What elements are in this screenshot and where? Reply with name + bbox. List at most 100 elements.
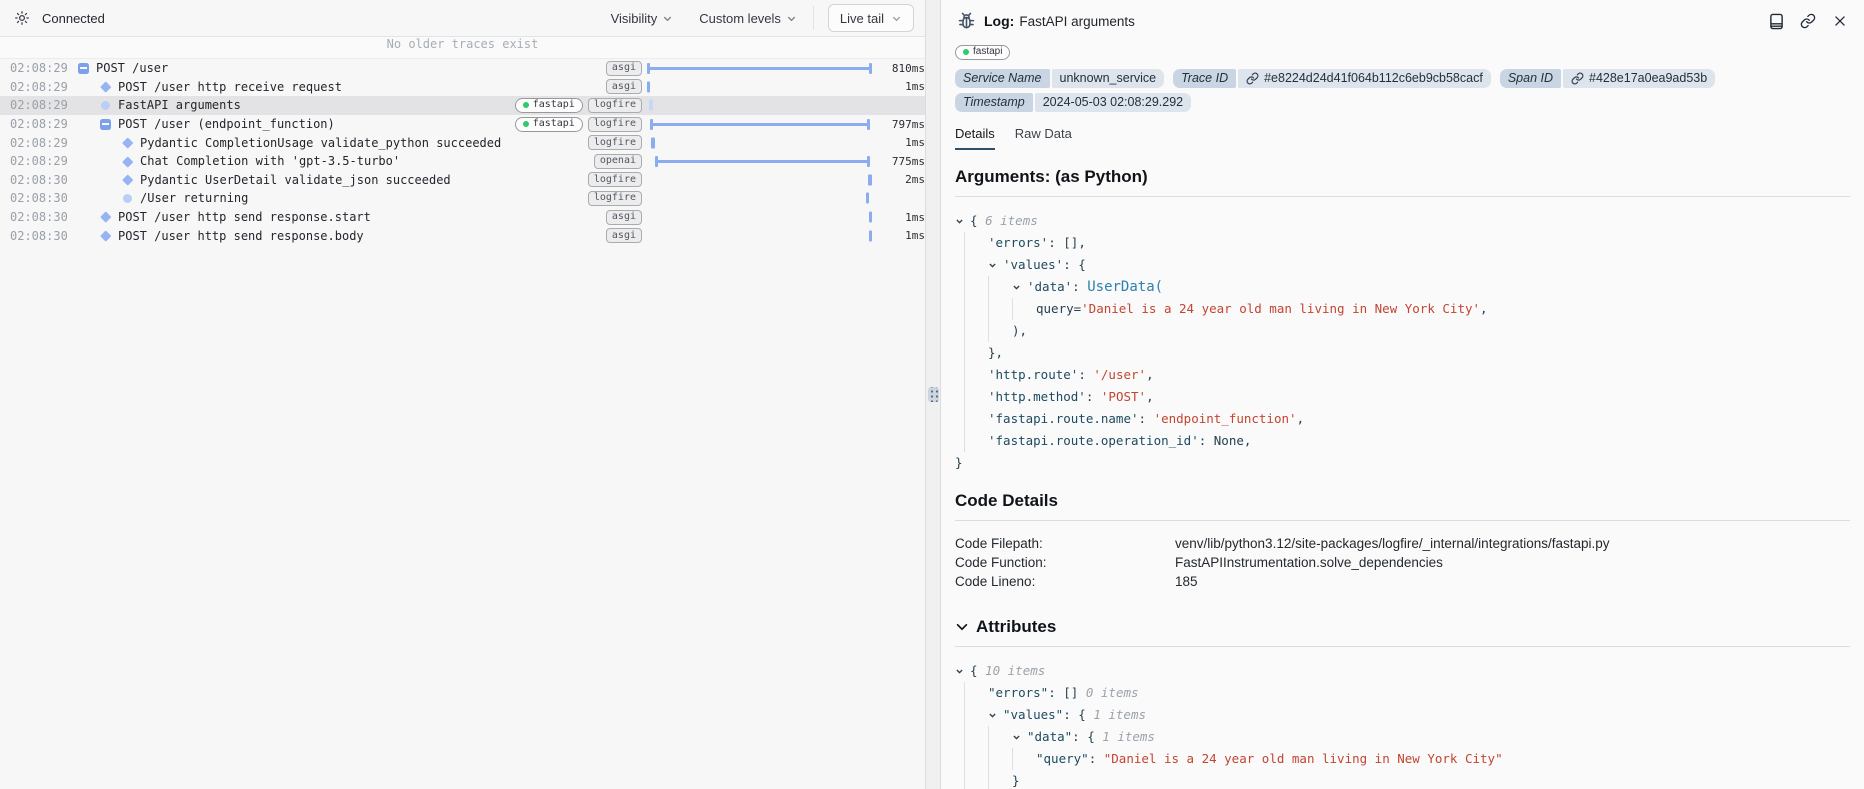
span-name: POST /user http send response.start <box>118 210 371 224</box>
trace-toolbar: Connected Visibility Custom levels Live … <box>0 0 925 37</box>
badge-value[interactable]: #e8224d24d41f064b112c6eb9cb58cacf <box>1238 69 1491 88</box>
duration-bar <box>647 115 877 134</box>
json-line: "values": { 1 items <box>955 704 1850 726</box>
span-diamond-icon <box>99 213 112 221</box>
code-detail-value: 185 <box>1175 572 1198 591</box>
trace-row[interactable]: 02:08:29POST /userasgi810ms <box>0 59 925 78</box>
settings-button[interactable] <box>10 6 34 30</box>
trace-row[interactable]: 02:08:30Pydantic UserDetail validate_jso… <box>0 171 925 190</box>
close-button[interactable] <box>1830 11 1850 31</box>
trace-row[interactable]: 02:08:30 POST /user http send response.st… <box>0 208 925 227</box>
trace-row[interactable]: 02:08:29POST /user http receive requesta… <box>0 78 925 97</box>
duration-label: 1ms <box>881 136 925 149</box>
span-name: POST /user <box>96 61 168 75</box>
tab-raw-data[interactable]: Raw Data <box>1015 126 1072 150</box>
duration-bar <box>647 59 877 78</box>
span-name: Pydantic CompletionUsage validate_python… <box>140 136 501 150</box>
indent-guide <box>964 726 988 748</box>
trace-timestamp: 02:08:29 <box>10 61 68 75</box>
duration-bar <box>647 78 877 97</box>
span-diamond-icon <box>121 139 134 147</box>
panel-icon <box>1769 13 1784 30</box>
indent-guide <box>964 254 988 276</box>
indent-guide <box>1012 748 1036 770</box>
duration-label: 1ms <box>881 80 925 93</box>
duration-bar <box>647 96 877 115</box>
visibility-dropdown[interactable]: Visibility <box>611 11 674 26</box>
json-line: } <box>955 770 1850 789</box>
code-details-heading: Code Details <box>955 491 1850 511</box>
tab-details[interactable]: Details <box>955 126 995 150</box>
json-line: } <box>955 452 1850 474</box>
gear-icon <box>14 10 30 26</box>
code-detail-value: venv/lib/python3.12/site-packages/logfir… <box>1175 534 1610 553</box>
json-line: 'data': UserData( <box>955 276 1850 298</box>
trace-timestamp: 02:08:30 <box>10 210 68 224</box>
connection-status: Connected <box>42 11 105 26</box>
badge-label: Trace ID <box>1173 69 1236 88</box>
tag-logfire: logfire <box>588 117 642 132</box>
duration-bar <box>647 171 877 190</box>
badge-value: unknown_service <box>1052 69 1165 88</box>
json-line: { 10 items <box>955 660 1850 682</box>
trace-row[interactable]: 02:08:29FastAPI argumentsfastapilogfire <box>0 96 925 115</box>
collapse-chevron-icon[interactable] <box>988 254 1003 276</box>
span-name: Chat Completion with 'gpt-3.5-turbo' <box>140 154 400 168</box>
span-name: POST /user http send response.body <box>118 229 364 243</box>
attributes-collapse-button[interactable] <box>955 620 969 634</box>
copy-link-button[interactable] <box>1798 11 1818 31</box>
json-line: 'http.method': 'POST', <box>955 386 1850 408</box>
json-line: 'fastapi.route.name': 'endpoint_function… <box>955 408 1850 430</box>
green-dot-icon <box>523 102 529 108</box>
indent-guide <box>988 770 1012 789</box>
json-line: { 6 items <box>955 210 1850 232</box>
tag-fastapi: fastapi <box>515 98 583 113</box>
span-name: Pydantic UserDetail validate_json succee… <box>140 173 451 187</box>
code-detail-row: Code Lineno:185 <box>955 572 1850 591</box>
close-icon <box>1833 14 1847 28</box>
link-icon <box>1246 72 1259 85</box>
collapse-chevron-icon[interactable] <box>1012 726 1027 748</box>
indent-guide <box>964 430 988 452</box>
trace-row[interactable]: 02:08:30 POST /user http send response.bo… <box>0 226 925 245</box>
panel-view-button[interactable] <box>1766 11 1786 31</box>
code-detail-label: Code Function: <box>955 553 1175 572</box>
code-detail-value: FastAPIInstrumentation.solve_dependencie… <box>1175 553 1443 572</box>
attributes-heading: Attributes <box>955 617 1850 637</box>
panel-resize-handle[interactable] <box>928 387 939 402</box>
collapse-chevron-icon[interactable] <box>1012 276 1027 298</box>
chevron-down-icon <box>662 13 673 24</box>
tag-fastapi: fastapi <box>515 117 583 132</box>
indent-guide <box>988 298 1012 320</box>
trace-row[interactable]: 02:08:29POST /user (endpoint_function)fa… <box>0 115 925 134</box>
collapse-chevron-icon[interactable] <box>955 210 970 232</box>
arguments-heading: Arguments: (as Python) <box>955 167 1850 187</box>
indent-guide <box>964 682 988 704</box>
span-name: /User returning <box>140 191 248 205</box>
duration-bar <box>647 152 877 171</box>
indent-guide <box>988 276 1012 298</box>
badge-label: Span ID <box>1500 69 1561 88</box>
chevron-down-icon <box>891 13 902 24</box>
live-tail-button[interactable]: Live tail <box>828 4 914 32</box>
duration-label: 810ms <box>881 62 925 75</box>
badge-span-id: Span ID#428e17a0ea9ad53b <box>1500 69 1715 88</box>
indent-guide <box>964 298 988 320</box>
collapse-chevron-icon[interactable] <box>955 660 970 682</box>
indent-guide <box>964 770 988 789</box>
trace-row[interactable]: 02:08:29Chat Completion with 'gpt-3.5-tu… <box>0 152 925 171</box>
json-line: }, <box>955 342 1850 364</box>
trace-row[interactable]: 02:08:30/User returninglogfire <box>0 189 925 208</box>
custom-levels-dropdown[interactable]: Custom levels <box>699 11 797 26</box>
duration-label: 775ms <box>881 155 925 168</box>
detail-title: FastAPI arguments <box>1019 14 1135 29</box>
badge-value[interactable]: #428e17a0ea9ad53b <box>1563 69 1715 88</box>
trace-timestamp: 02:08:30 <box>10 229 68 243</box>
tag-asgi: asgi <box>606 79 642 94</box>
trace-row[interactable]: 02:08:29Pydantic CompletionUsage validat… <box>0 133 925 152</box>
link-icon <box>1571 72 1584 85</box>
json-line: 'errors': [], <box>955 232 1850 254</box>
duration-label: 1ms <box>881 211 925 224</box>
collapse-chevron-icon[interactable] <box>988 704 1003 726</box>
span-diamond-icon <box>121 158 134 166</box>
